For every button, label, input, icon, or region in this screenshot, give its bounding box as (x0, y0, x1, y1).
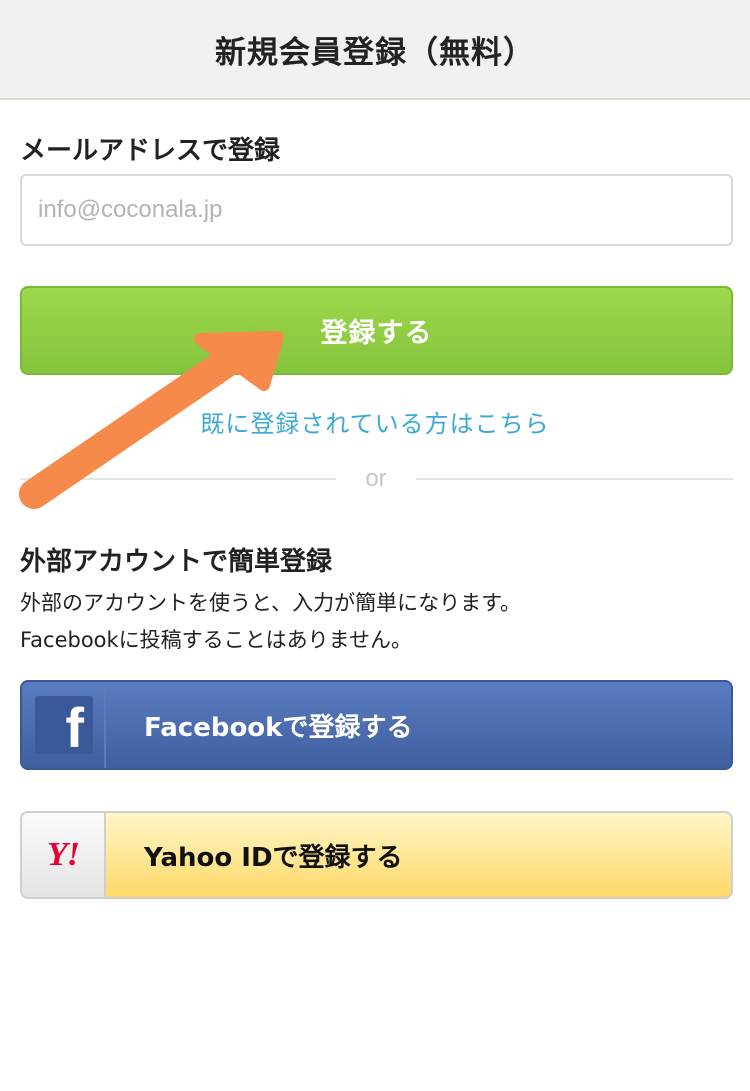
yahoo-register-button[interactable]: Y! Yahoo IDで登録する (20, 811, 733, 899)
yahoo-button-label: Yahoo IDで登録する (144, 842, 403, 873)
yahoo-icon-area: Y! (22, 813, 106, 897)
divider-line-right (416, 478, 733, 480)
divider-or-label: or (365, 465, 387, 492)
external-description-line-2: Facebookに投稿することはありません。 (20, 628, 413, 652)
external-description-line-1: 外部のアカウントを使うと、入力が簡単になります。 (20, 591, 522, 615)
facebook-icon-area: f (22, 682, 106, 768)
facebook-icon: f (35, 696, 93, 754)
register-button[interactable]: 登録する (20, 286, 733, 375)
header-bar: 新規会員登録（無料） (0, 0, 750, 100)
external-section-heading: 外部アカウントで簡単登録 (20, 547, 333, 577)
divider-line-left (20, 478, 336, 480)
email-field[interactable] (20, 174, 733, 246)
facebook-register-button[interactable]: f Facebookで登録する (20, 680, 733, 770)
yahoo-logo-icon: Y! (47, 836, 80, 873)
login-link[interactable]: 既に登録されている方はこちら (0, 404, 750, 439)
facebook-button-label: Facebookで登録する (144, 712, 413, 743)
email-section-heading: メールアドレスで登録 (20, 136, 281, 166)
register-button-label: 登録する (320, 318, 433, 349)
page-title: 新規会員登録（無料） (215, 34, 535, 71)
registration-page: 新規会員登録（無料） メールアドレスで登録 登録する 既に登録されている方はこち… (0, 0, 750, 1091)
